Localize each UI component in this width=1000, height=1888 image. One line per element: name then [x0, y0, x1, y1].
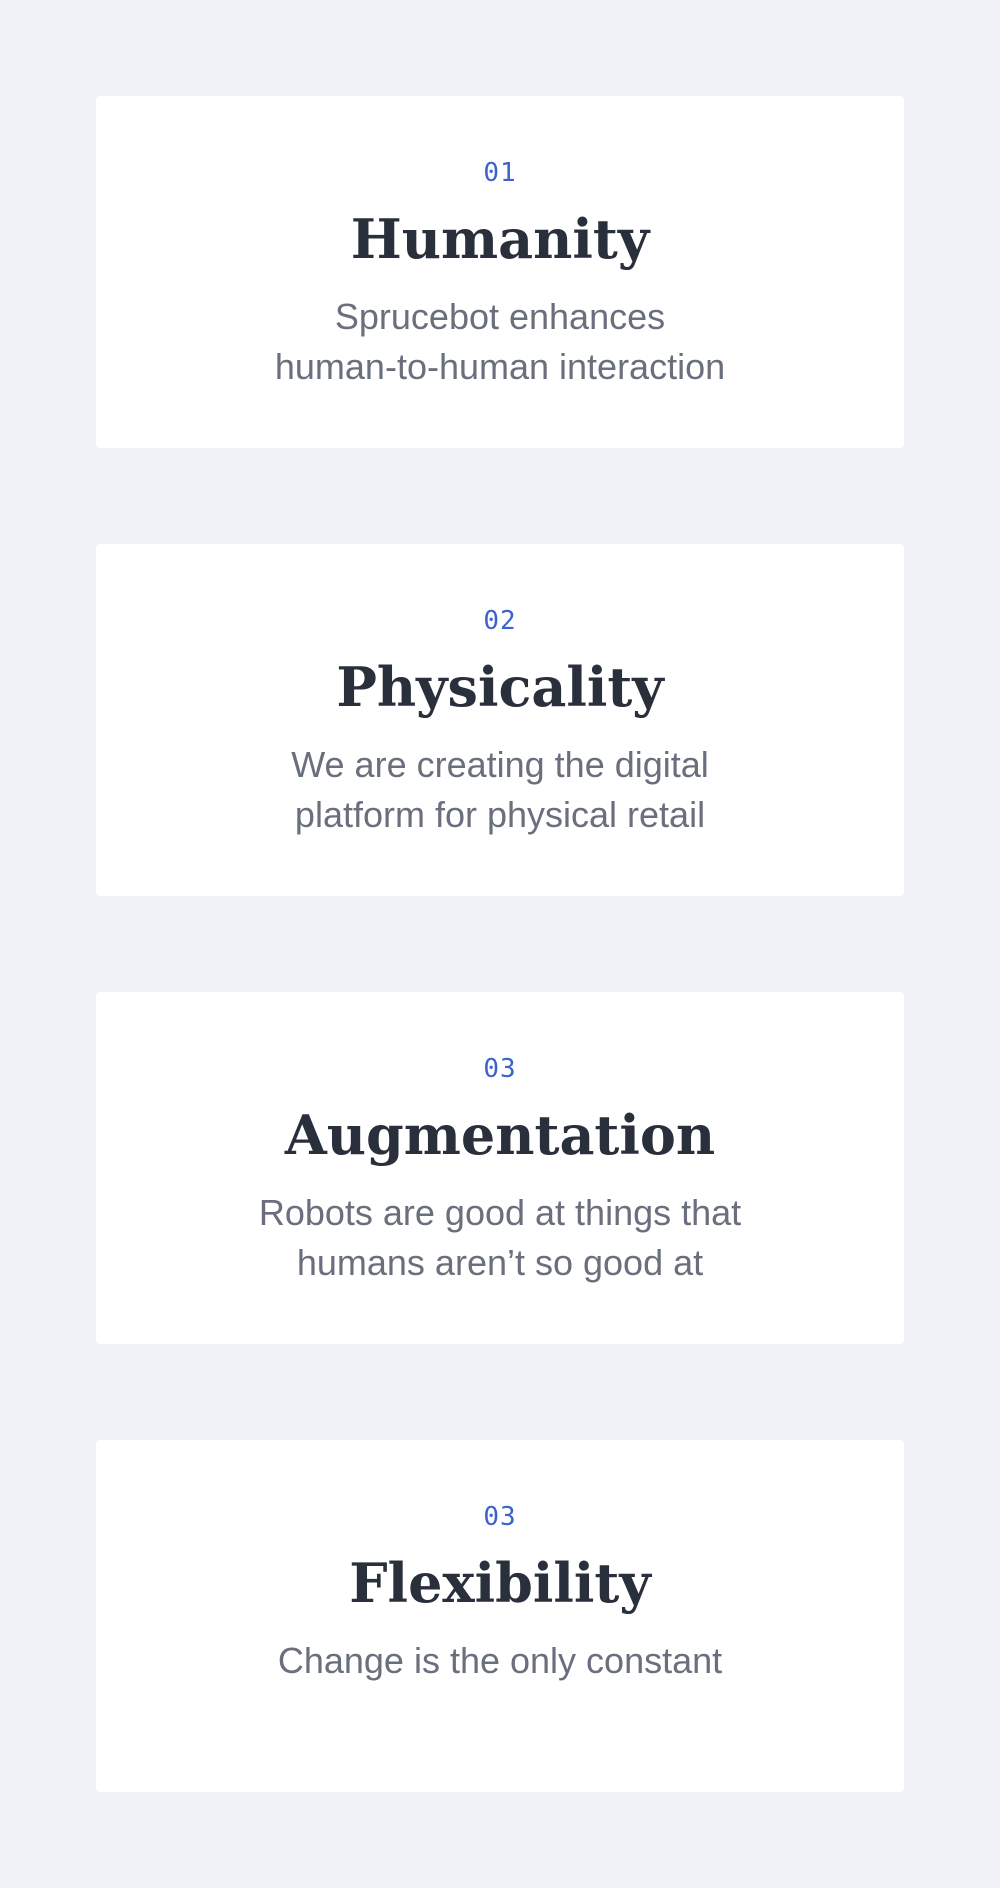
value-card-augmentation: 03 Augmentation Robots are good at thing…: [96, 992, 904, 1344]
value-description-line: Robots are good at things that: [258, 1192, 742, 1233]
value-description-line: human-to-human interaction: [274, 346, 726, 387]
value-number: 01: [483, 158, 517, 188]
value-description-line: humans aren’t so good at: [296, 1242, 704, 1283]
value-title: Flexibility: [349, 1551, 651, 1615]
value-description: Change is the only constant: [236, 1636, 764, 1686]
value-title: Physicality: [336, 655, 664, 719]
value-description: Sprucebot enhances human-to-human intera…: [236, 292, 764, 392]
value-description-line: We are creating the digital: [291, 744, 709, 785]
value-description: We are creating the digital platform for…: [236, 740, 764, 840]
value-card-flexibility: 03 Flexibility Change is the only consta…: [96, 1440, 904, 1792]
value-number: 03: [483, 1054, 517, 1084]
value-number: 03: [483, 1502, 517, 1532]
value-description-line: Sprucebot enhances: [334, 296, 666, 337]
value-card-humanity: 01 Humanity Sprucebot enhances human-to-…: [96, 96, 904, 448]
value-description-line: platform for physical retail: [294, 794, 706, 835]
value-description: Robots are good at things that humans ar…: [236, 1188, 764, 1288]
value-card-physicality: 02 Physicality We are creating the digit…: [96, 544, 904, 896]
value-number: 02: [483, 606, 517, 636]
value-title: Augmentation: [284, 1103, 716, 1167]
value-cards: 01 Humanity Sprucebot enhances human-to-…: [0, 0, 1000, 1888]
value-title: Humanity: [350, 207, 650, 271]
value-description-line: Change is the only constant: [277, 1640, 723, 1681]
